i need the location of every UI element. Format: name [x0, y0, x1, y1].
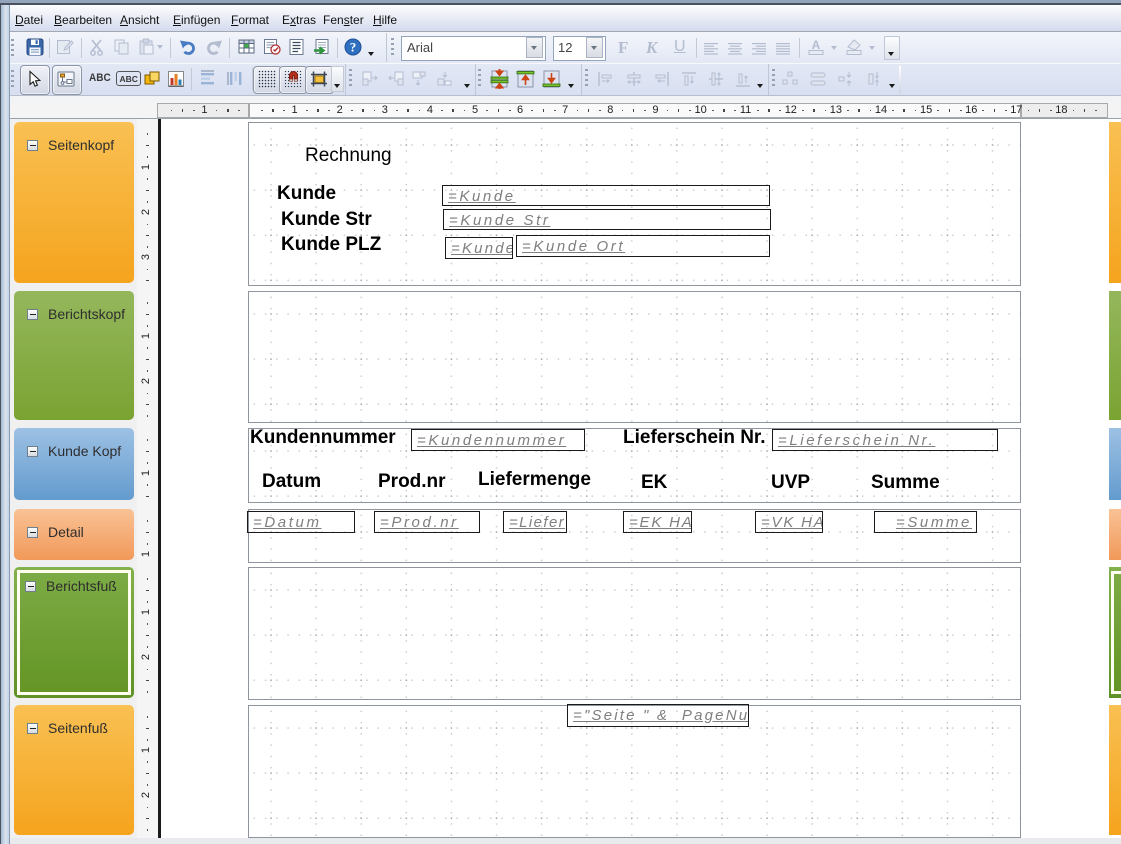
- svg-text:A: A: [812, 38, 821, 52]
- svg-text:?: ?: [350, 40, 357, 55]
